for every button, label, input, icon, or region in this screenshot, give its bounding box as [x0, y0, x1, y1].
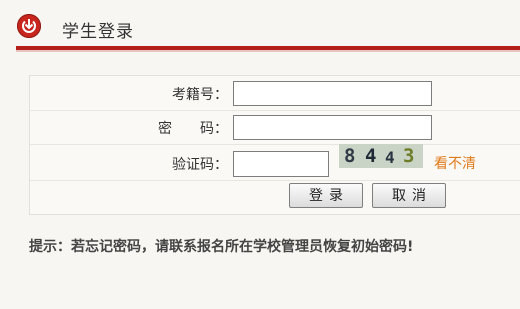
header-divider-shadow — [16, 50, 520, 52]
password-reset-tip: 提示：若忘记密码，请联系报名所在学校管理员恢复初始密码! — [29, 239, 414, 255]
captcha-label: 验证码： — [172, 157, 228, 173]
captcha-image[interactable]: 8 4 4 3 — [339, 144, 423, 168]
page-header: 学生登录 — [0, 0, 520, 46]
form-row-exam-number: 考籍号： — [30, 76, 520, 111]
down-arrow-circle-icon — [17, 14, 41, 38]
password-input[interactable] — [233, 115, 432, 140]
captcha-input[interactable] — [233, 151, 329, 177]
exam-number-label: 考籍号： — [172, 87, 228, 103]
page-title: 学生登录 — [62, 22, 134, 42]
captcha-digit: 4 — [365, 145, 377, 167]
form-row-password: 密 码： — [30, 110, 520, 145]
form-row-buttons — [30, 180, 520, 214]
cancel-button[interactable]: 取消 — [372, 183, 446, 208]
password-label: 密 码： — [158, 121, 228, 137]
captcha-digit: 3 — [403, 145, 415, 167]
login-form: 考籍号： 密 码： 验证码： 8 4 4 3 看不清 登录 取消 — [29, 75, 520, 215]
captcha-digit: 4 — [385, 148, 395, 167]
captcha-refresh-link[interactable]: 看不清 — [434, 153, 476, 173]
login-button[interactable]: 登录 — [289, 183, 363, 208]
captcha-digit: 8 — [344, 145, 356, 167]
exam-number-input[interactable] — [233, 81, 432, 106]
